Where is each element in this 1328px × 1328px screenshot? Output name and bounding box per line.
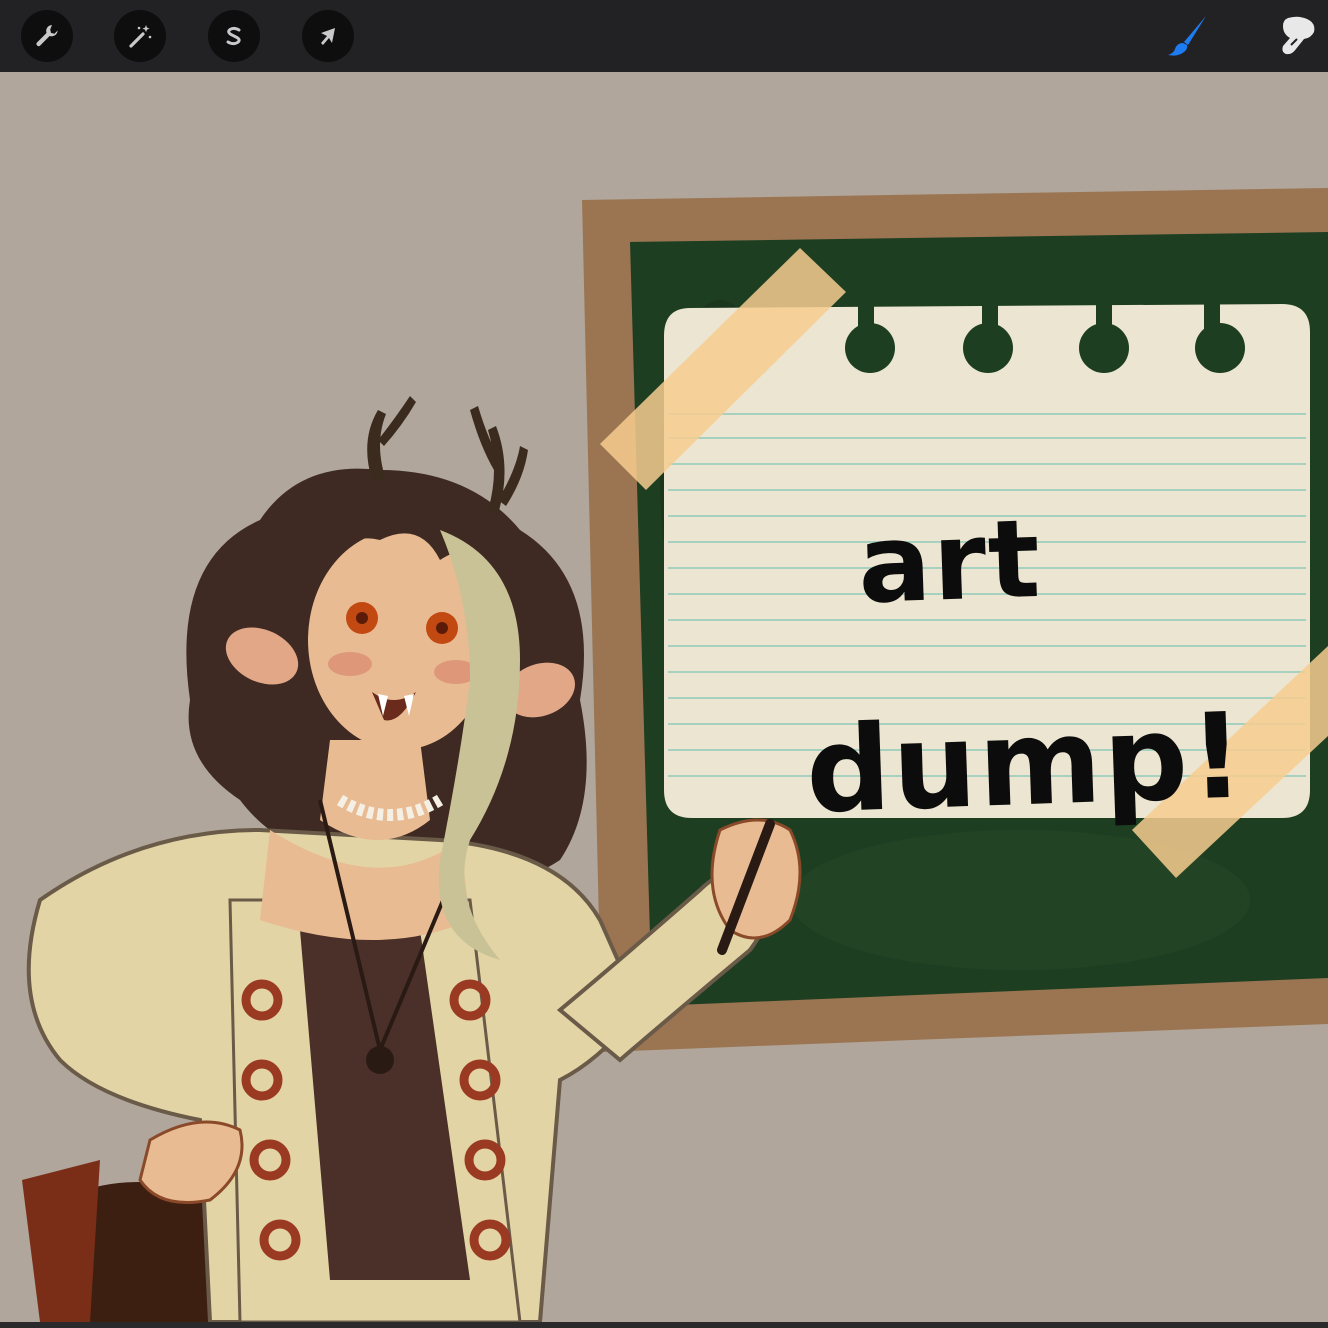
smudge-tool-button[interactable] [1274,12,1322,60]
transform-button[interactable] [302,10,354,62]
selection-s-icon [226,26,241,46]
brush-icon [1168,16,1206,56]
magic-wand-icon [129,25,152,48]
wrench-icon [36,25,58,47]
note-text-line1: art [855,496,1044,629]
selection-button[interactable] [208,10,260,62]
smudge-icon [1282,16,1315,55]
top-toolbar [0,0,1328,73]
drawing-canvas[interactable]: art dump! [0,72,1328,1322]
actions-button[interactable] [21,10,73,62]
bottom-edge-bar [0,1322,1328,1328]
adjustments-button[interactable] [114,10,166,62]
note-text-line2: dump! [803,686,1248,840]
brush-tool-button[interactable] [1164,12,1212,60]
arrow-cursor-icon [321,28,335,45]
